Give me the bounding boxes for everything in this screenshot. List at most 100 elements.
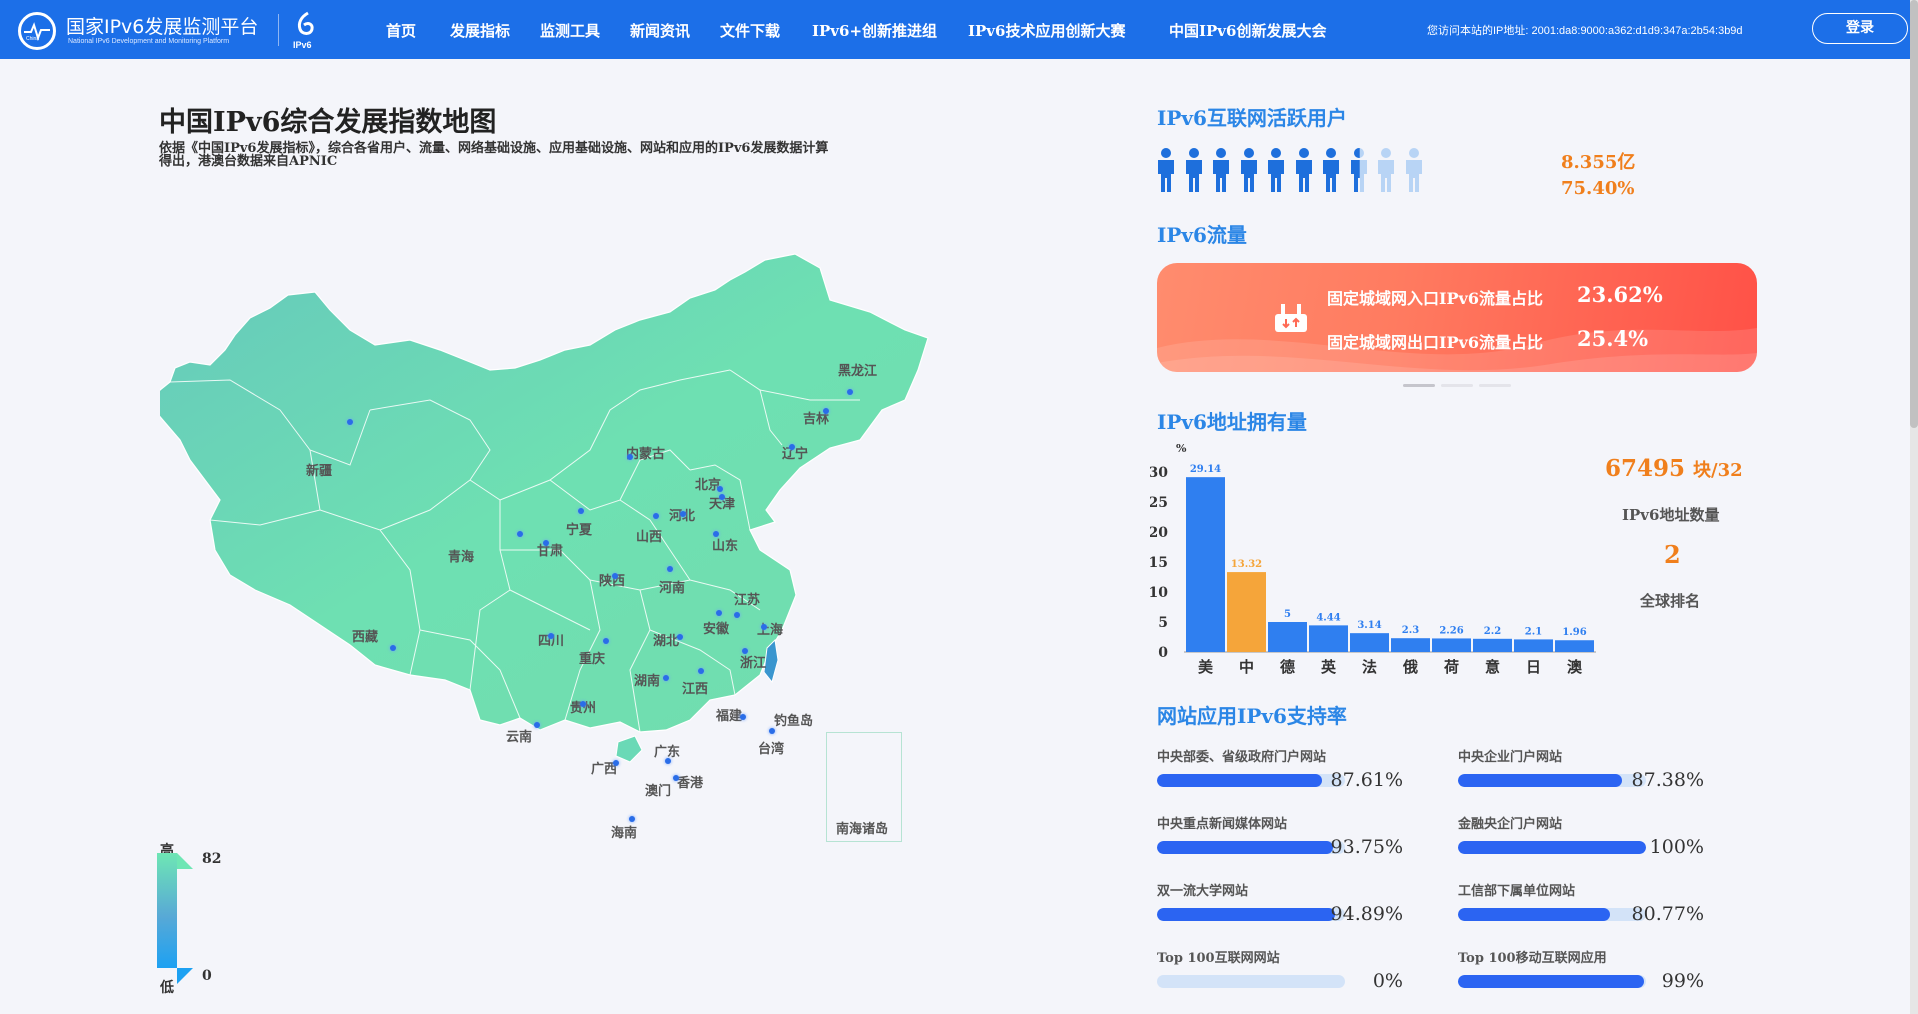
nav-ipv6-contest[interactable]: IPv6技术应用创新大赛 <box>968 20 1125 41</box>
province-label[interactable]: 浙江 <box>740 652 766 671</box>
province-label[interactable]: 青海 <box>448 546 474 565</box>
capital-marker[interactable] <box>713 531 719 537</box>
capital-marker[interactable] <box>673 775 679 781</box>
province-label[interactable]: 湖南 <box>634 670 660 689</box>
capital-marker[interactable] <box>719 494 725 500</box>
chart-y-unit: % <box>1176 442 1187 455</box>
global-rank-label: 全球排名 <box>1640 592 1701 610</box>
chart-y-tick-label: 25 <box>1150 495 1168 511</box>
capital-marker[interactable] <box>769 728 775 734</box>
chart-category-label: 意 <box>1485 658 1500 676</box>
chart-bar <box>1432 638 1471 652</box>
province-label[interactable]: 台湾 <box>758 738 784 757</box>
province-label[interactable]: 江苏 <box>734 589 760 608</box>
province-label[interactable]: 香港 <box>677 772 703 791</box>
capital-marker[interactable] <box>740 714 746 720</box>
province-label[interactable]: 钓鱼岛 <box>774 710 813 729</box>
nav-home[interactable]: 首页 <box>386 20 416 41</box>
address-count-label: IPv6地址数量 <box>1622 506 1720 524</box>
capital-marker[interactable] <box>734 612 740 618</box>
province-label[interactable]: 安徽 <box>703 618 729 637</box>
capital-marker[interactable] <box>612 573 618 579</box>
carousel-dot-active[interactable] <box>1403 384 1435 387</box>
capital-marker[interactable] <box>613 760 619 766</box>
province-label[interactable]: 辽宁 <box>782 443 808 462</box>
chart-bar <box>1268 622 1307 652</box>
capital-marker[interactable] <box>347 419 353 425</box>
capital-marker[interactable] <box>543 540 549 546</box>
website-support-percentage: 100% <box>1649 836 1704 858</box>
province-label[interactable]: 云南 <box>506 726 532 745</box>
legend-high-handle[interactable] <box>177 853 193 869</box>
nav-indicators[interactable]: 发展指标 <box>450 20 510 41</box>
capital-marker[interactable] <box>580 701 586 707</box>
nav-news[interactable]: 新闻资讯 <box>630 20 690 41</box>
active-users-percentage: 75.40% <box>1561 178 1635 199</box>
website-category-label: 双一流大学网站 <box>1157 884 1249 899</box>
capital-marker[interactable] <box>665 758 671 764</box>
website-support-percentage: 93.75% <box>1330 836 1403 858</box>
platform-title[interactable]: 国家IPv6发展监测平台 <box>66 12 258 39</box>
nav-tools[interactable]: 监测工具 <box>540 20 600 41</box>
legend-low-handle[interactable] <box>177 968 193 984</box>
scrollbar-thumb[interactable] <box>1910 0 1918 428</box>
province-label[interactable]: 西藏 <box>352 626 378 645</box>
login-button[interactable]: 登录 <box>1812 13 1908 44</box>
province-label[interactable]: 甘肃 <box>537 540 563 559</box>
capital-marker[interactable] <box>716 610 722 616</box>
capital-marker[interactable] <box>603 638 609 644</box>
capital-marker[interactable] <box>629 816 635 822</box>
capital-marker[interactable] <box>653 513 659 519</box>
capital-marker[interactable] <box>677 634 683 640</box>
capital-marker[interactable] <box>578 508 584 514</box>
capital-marker[interactable] <box>789 444 795 450</box>
inbound-traffic-label: 固定城域网入口IPv6流量占比 <box>1327 289 1543 308</box>
capital-marker[interactable] <box>517 531 523 537</box>
capital-marker[interactable] <box>548 633 554 639</box>
capital-marker[interactable] <box>627 454 633 460</box>
province-label[interactable]: 海南 <box>611 822 637 841</box>
capital-marker[interactable] <box>698 668 704 674</box>
address-count: 67495 块/32 <box>1605 455 1743 482</box>
carousel-dot[interactable] <box>1479 384 1511 387</box>
website-category-label: Top 100互联网网站 <box>1157 951 1280 966</box>
province-label[interactable]: 湖北 <box>653 630 679 649</box>
capital-marker[interactable] <box>717 486 723 492</box>
chart-category-label: 澳 <box>1567 658 1583 676</box>
outbound-traffic-label: 固定城域网出口IPv6流量占比 <box>1327 333 1543 352</box>
legend-max-value: 82 <box>202 851 222 867</box>
capital-marker[interactable] <box>663 675 669 681</box>
province-label[interactable]: 重庆 <box>579 648 605 667</box>
province-label[interactable]: 山西 <box>636 526 662 545</box>
province-label[interactable]: 河南 <box>659 577 685 596</box>
province-label[interactable]: 江西 <box>682 678 708 697</box>
nav-downloads[interactable]: 文件下载 <box>720 20 780 41</box>
province-label[interactable]: 黑龙江 <box>838 360 877 379</box>
traffic-carousel-card[interactable]: 固定城域网入口IPv6流量占比 23.62% 固定城域网出口IPv6流量占比 2… <box>1157 263 1757 372</box>
website-category-label: 金融央企门户网站 <box>1458 817 1563 832</box>
website-category-label: 中央部委、省级政府门户网站 <box>1157 750 1327 765</box>
chart-data-label: 1.96 <box>1562 627 1586 638</box>
capital-marker[interactable] <box>390 645 396 651</box>
capital-marker[interactable] <box>534 722 540 728</box>
capital-marker[interactable] <box>742 648 748 654</box>
capital-marker[interactable] <box>680 511 686 517</box>
province-label[interactable]: 山东 <box>712 535 738 554</box>
capital-marker[interactable] <box>823 408 829 414</box>
province-label[interactable]: 澳门 <box>645 780 671 799</box>
website-category-label: 中央企业门户网站 <box>1458 750 1563 765</box>
ipv6-address-bar-chart[interactable]: % 30 25 20 15 10 5 0 29.14 美 13.32 中 5 德 4.44 英 3.14 法 2.3… <box>1150 440 1600 680</box>
province-label[interactable]: 福建 <box>716 705 742 724</box>
province-label[interactable]: 新疆 <box>306 460 332 479</box>
nav-ipv6-conference[interactable]: 中国IPv6创新发展大会 <box>1169 20 1326 41</box>
capital-marker[interactable] <box>667 566 673 572</box>
province-label[interactable]: 宁夏 <box>566 519 592 538</box>
website-support-percentage: 80.77% <box>1631 903 1704 925</box>
capital-marker[interactable] <box>847 389 853 395</box>
nav-ipv6-plus-group[interactable]: IPv6+创新推进组 <box>812 20 937 41</box>
platform-logo-icon[interactable]: China <box>18 12 56 50</box>
capital-marker[interactable] <box>761 624 767 630</box>
carousel-dot[interactable] <box>1441 384 1473 387</box>
chart-bar <box>1186 477 1225 652</box>
province-label[interactable]: 南海诸岛 <box>836 818 888 837</box>
